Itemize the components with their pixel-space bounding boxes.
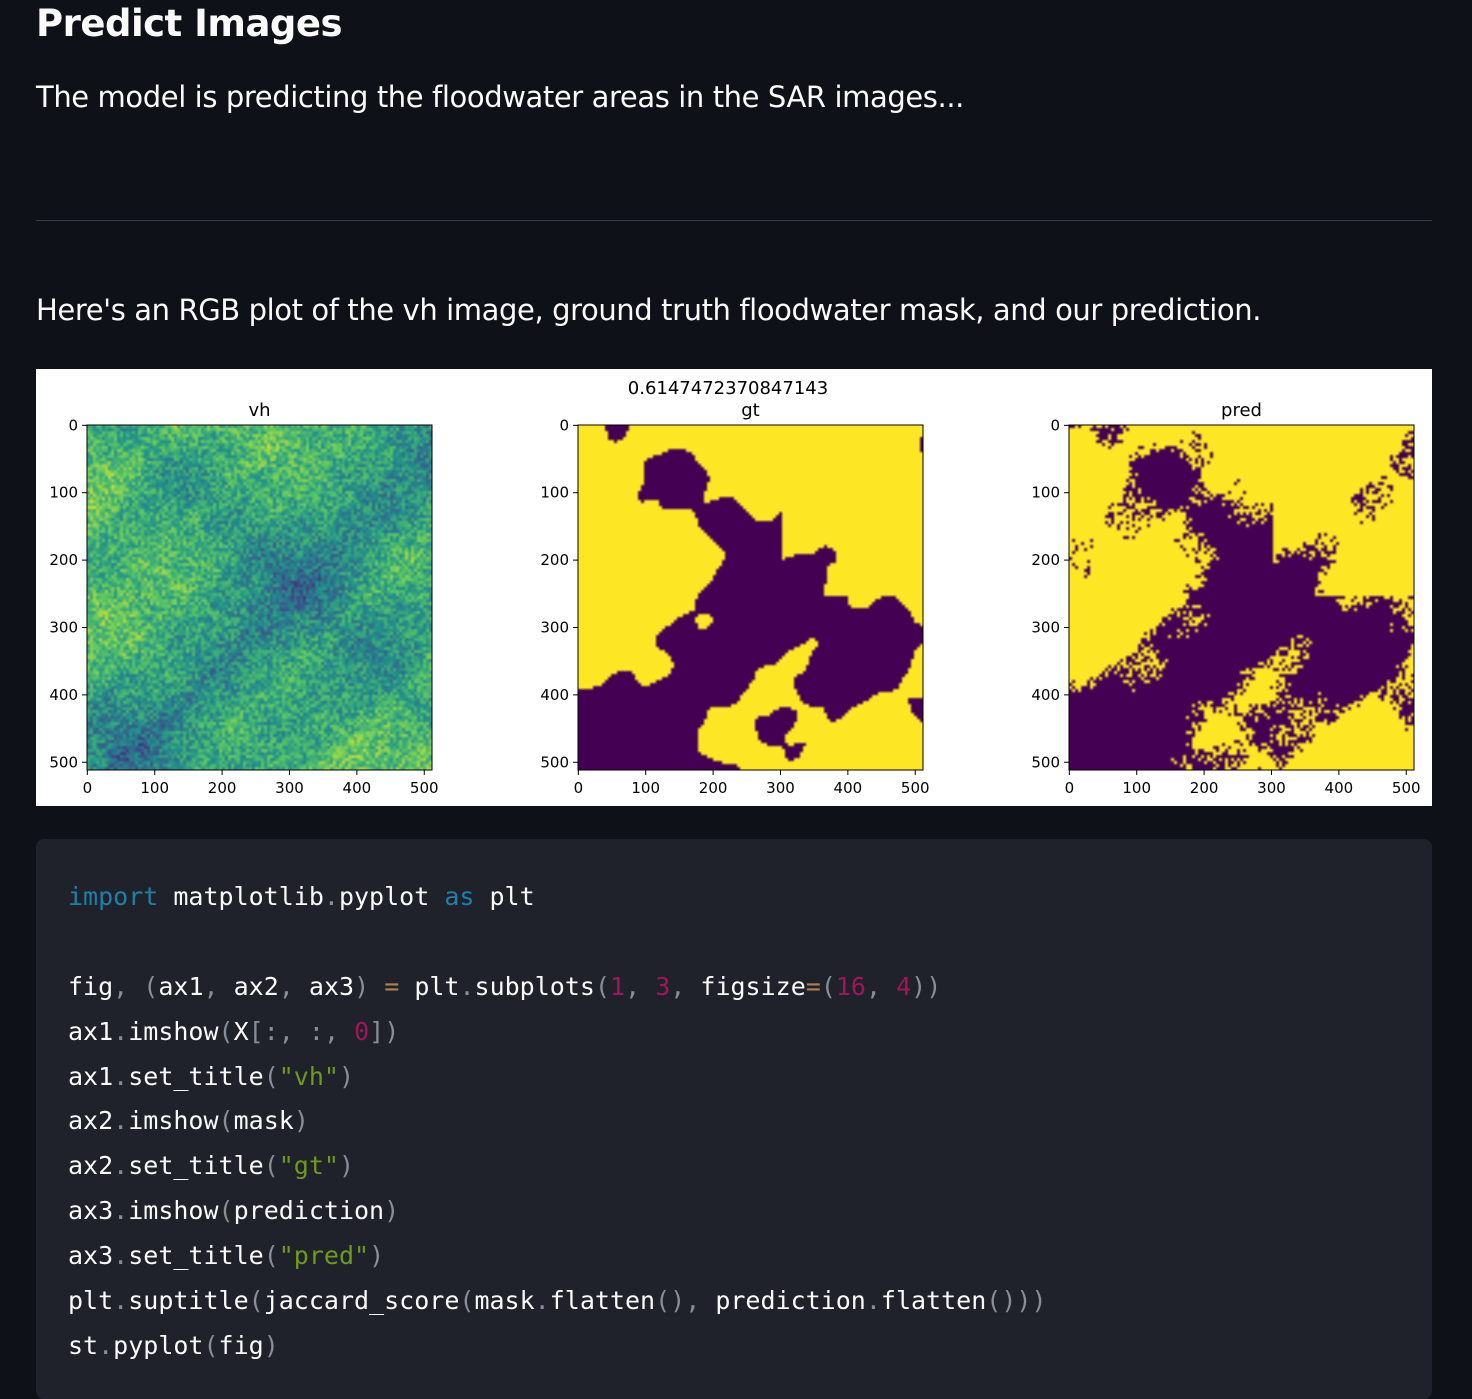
panel-image-pred <box>1069 425 1414 770</box>
x-tick-label: 0 <box>574 779 584 797</box>
panel-title-vh: vh <box>248 400 270 421</box>
y-tick-label: 300 <box>540 618 569 636</box>
y-tick-label: 400 <box>540 686 569 704</box>
code-text: import matplotlib.pyplot as plt fig, (ax1… <box>68 875 1047 1369</box>
x-tick-label: 200 <box>1190 779 1219 797</box>
code-line: ax2.set_title("gt") <box>68 1151 355 1181</box>
x-tick-label: 400 <box>343 779 372 797</box>
x-tick-label: 0 <box>83 779 93 797</box>
y-tick-label: 100 <box>1031 484 1060 502</box>
y-tick-label: 0 <box>559 416 569 434</box>
x-tick-label: 500 <box>901 779 930 797</box>
page-title: Predict Images <box>36 2 343 45</box>
section-description: Here's an RGB plot of the vh image, grou… <box>36 293 1262 327</box>
code-line: import matplotlib.pyplot as plt <box>68 882 535 911</box>
code-block: import matplotlib.pyplot as plt fig, (ax1… <box>36 839 1432 1399</box>
x-tick-label: 100 <box>140 779 169 797</box>
y-tick-label: 0 <box>68 416 78 434</box>
code-line: plt.suptitle(jaccard_score(mask.flatten(… <box>68 1286 1047 1316</box>
y-tick-label: 500 <box>1031 753 1060 771</box>
panel-title-pred: pred <box>1221 400 1262 421</box>
code-line: ax3.set_title("pred") <box>68 1241 385 1271</box>
prediction-figure: 0.6147472370847143 vh 0 0 100 100 200 200 300 30… <box>36 369 1432 806</box>
x-tick-label: 200 <box>699 779 728 797</box>
y-tick-label: 400 <box>49 686 78 704</box>
y-tick-label: 200 <box>1031 551 1060 569</box>
code-line: fig, (ax1, ax2, ax3) = plt.subplots(1, 3… <box>68 971 942 1001</box>
x-tick-label: 500 <box>410 779 439 797</box>
x-tick-label: 400 <box>834 779 863 797</box>
x-tick-label: 300 <box>766 779 795 797</box>
y-tick-label: 400 <box>1031 686 1060 704</box>
x-tick-label: 300 <box>1257 779 1286 797</box>
y-tick-label: 100 <box>49 484 78 502</box>
x-tick-label: 100 <box>1122 779 1151 797</box>
code-line: ax2.imshow(mask) <box>68 1106 309 1136</box>
code-line: ax1.imshow(X[:, :, 0]) <box>68 1016 400 1046</box>
panel-image-vh <box>87 425 432 770</box>
code-line: ax1.set_title("vh") <box>68 1061 355 1091</box>
y-tick-label: 300 <box>1031 618 1060 636</box>
x-tick-label: 500 <box>1392 779 1421 797</box>
x-tick-label: 100 <box>631 779 660 797</box>
y-tick-label: 200 <box>540 551 569 569</box>
x-tick-label: 300 <box>275 779 304 797</box>
page-subtitle: The model is predicting the floodwater a… <box>36 80 964 114</box>
x-tick-label: 0 <box>1065 779 1075 797</box>
y-tick-label: 300 <box>49 618 78 636</box>
code-line: ax3.imshow(prediction) <box>68 1196 400 1226</box>
code-line: st.pyplot(fig) <box>68 1330 279 1360</box>
y-tick-label: 0 <box>1050 416 1060 434</box>
y-tick-label: 500 <box>49 753 78 771</box>
panel-image-gt <box>578 425 923 770</box>
divider <box>36 220 1432 221</box>
figure-suptitle: 0.6147472370847143 <box>628 378 828 399</box>
panel-title-gt: gt <box>741 400 759 421</box>
x-tick-label: 400 <box>1325 779 1354 797</box>
y-tick-label: 200 <box>49 551 78 569</box>
x-tick-label: 200 <box>208 779 237 797</box>
y-tick-label: 500 <box>540 753 569 771</box>
y-tick-label: 100 <box>540 484 569 502</box>
